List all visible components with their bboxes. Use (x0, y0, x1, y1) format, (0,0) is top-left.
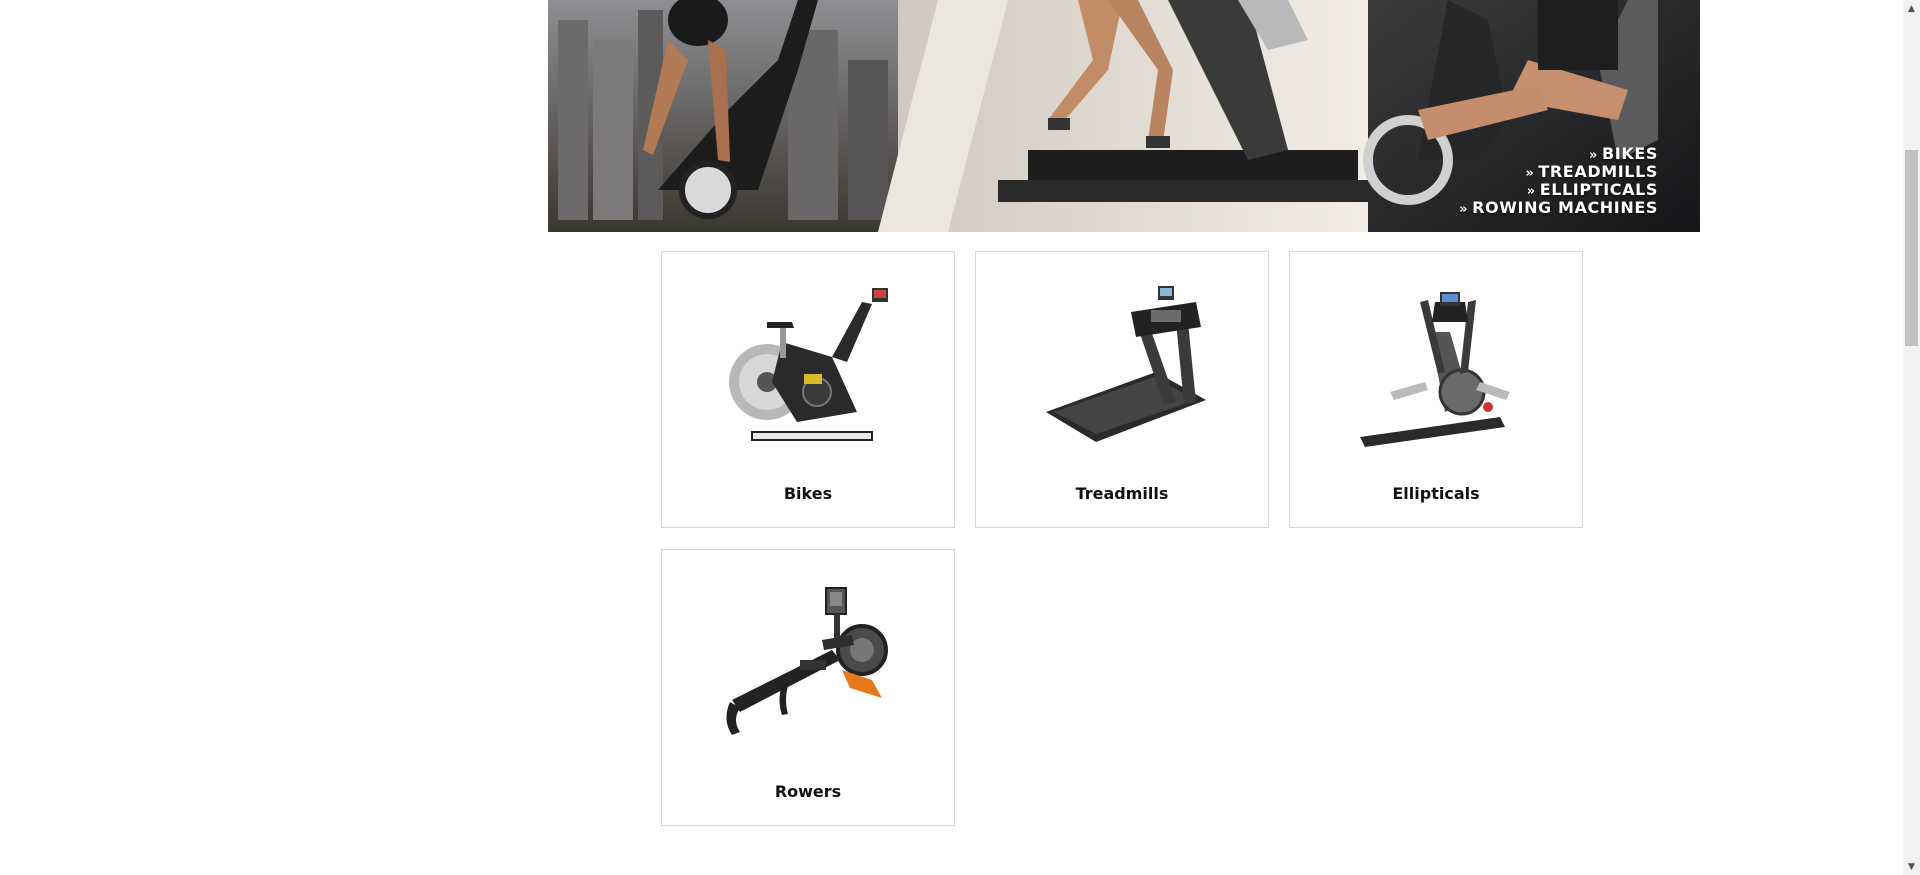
category-label: Treadmills (1075, 484, 1169, 503)
chevron-right-icon: » (1459, 202, 1469, 217)
hero-link-label: TREADMILLS (1538, 162, 1658, 181)
exercise-bike-icon (729, 288, 888, 441)
hero-link-label: ROWING MACHINES (1472, 198, 1658, 217)
scroll-up-arrow-icon[interactable]: ▲ (1903, 0, 1920, 17)
hero-link-list: » BIKES » TREADMILLS » ELLIPTICALS » ROWING … (1459, 146, 1658, 218)
category-label: Bikes (783, 484, 833, 503)
category-card-ellipticals[interactable]: Ellipticals (1289, 251, 1583, 528)
hero-link-rowing-machines[interactable]: » ROWING MACHINES (1459, 200, 1658, 218)
chevron-right-icon: » (1525, 166, 1535, 181)
category-card-treadmills[interactable]: Treadmills (975, 251, 1269, 528)
scroll-down-arrow-icon[interactable]: ▼ (1903, 858, 1920, 875)
chevron-right-icon: » (1589, 148, 1598, 163)
category-card-rowers[interactable]: Rowers (661, 549, 955, 826)
chevron-right-icon: » (1526, 184, 1536, 199)
hero-link-label: BIKES (1602, 144, 1658, 163)
hero-link-label: ELLIPTICALS (1539, 180, 1658, 199)
category-label: Rowers (774, 782, 842, 801)
hero-banner[interactable]: » BIKES » TREADMILLS » ELLIPTICALS » ROWING … (548, 0, 1700, 232)
vertical-scrollbar[interactable]: ▲ ▼ (1903, 0, 1920, 875)
scrollbar-thumb[interactable] (1905, 150, 1918, 346)
elliptical-icon (1360, 292, 1510, 447)
rower-icon (726, 587, 888, 735)
treadmill-icon (1046, 286, 1206, 442)
category-label: Ellipticals (1392, 484, 1480, 503)
category-card-bikes[interactable]: Bikes (661, 251, 955, 528)
